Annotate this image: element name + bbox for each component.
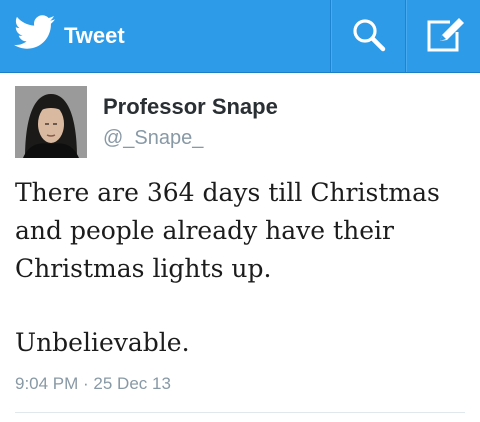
divider-line bbox=[15, 412, 465, 413]
top-action-bar: Tweet bbox=[0, 0, 480, 72]
tweet-text-line: Christmas lights up. bbox=[15, 254, 272, 283]
tweet-card: Professor Snape @_Snape_ There are 364 d… bbox=[0, 72, 480, 422]
twitter-bird-icon bbox=[14, 15, 56, 49]
search-button[interactable] bbox=[331, 0, 405, 72]
tweet-text-line: There are 364 days till Christmas bbox=[15, 178, 440, 207]
compose-button[interactable] bbox=[406, 0, 480, 72]
compose-icon bbox=[427, 18, 464, 52]
tweet-detail-screen: Tweet Professor Snape @_Snape_ There are… bbox=[0, 0, 480, 422]
tweet-text: There are 364 days till Christmas and pe… bbox=[15, 174, 465, 362]
tweet-timestamp[interactable]: 9:04 PM · 25 Dec 13 bbox=[15, 374, 171, 394]
author-handle[interactable]: @_Snape_ bbox=[103, 127, 203, 150]
author-avatar[interactable] bbox=[15, 86, 87, 158]
tweet-text-line: and people already have their bbox=[15, 216, 394, 245]
author-name[interactable]: Professor Snape bbox=[103, 94, 278, 120]
tweet-text-line: Unbelievable. bbox=[15, 328, 190, 357]
screen-title: Tweet bbox=[64, 23, 125, 48]
search-icon bbox=[353, 19, 386, 52]
avatar-portrait bbox=[15, 86, 87, 158]
